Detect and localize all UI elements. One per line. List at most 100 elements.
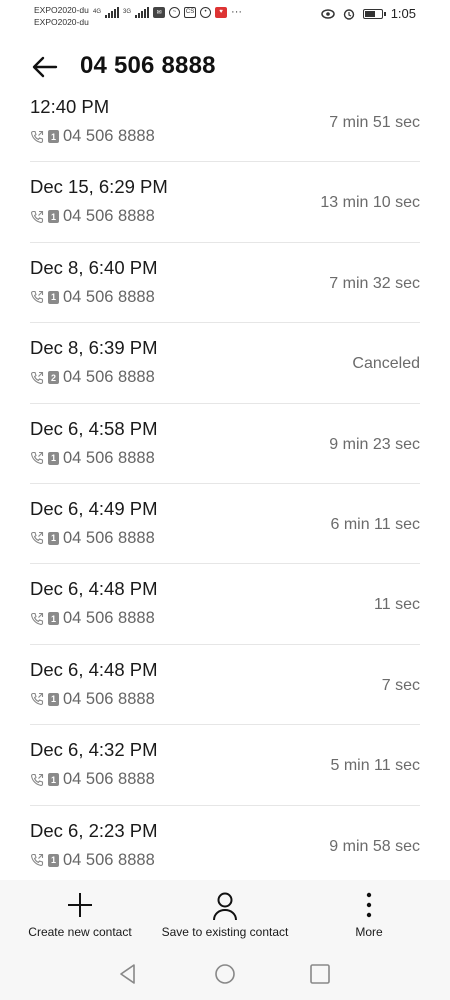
sim-badge: 1	[48, 853, 59, 867]
call-time: Dec 6, 4:48 PM	[30, 578, 158, 600]
save-to-existing-contact-button[interactable]: Save to existing contact	[150, 880, 300, 946]
call-duration: Canceled	[352, 355, 420, 373]
call-duration: 7 sec	[381, 676, 420, 694]
sim-badge: 1	[48, 451, 59, 465]
call-log-row[interactable]: Dec 6, 4:48 PM 1 04 506 8888 7 sec	[30, 645, 420, 726]
outgoing-call-icon	[31, 853, 44, 867]
more-label: More	[355, 925, 383, 939]
call-time: Dec 6, 2:23 PM	[30, 819, 158, 841]
call-subline: 1 04 506 8888	[30, 690, 155, 709]
call-number: 04 506 8888	[63, 368, 155, 387]
sim-badge: 1	[48, 130, 59, 143]
back-button[interactable]	[28, 50, 62, 84]
sim-badge: 1	[48, 612, 59, 626]
call-time: Dec 6, 4:49 PM	[30, 497, 158, 519]
call-subline: 1 04 506 8888	[30, 288, 155, 307]
call-duration: 7 min 51 sec	[329, 114, 420, 131]
call-duration: 6 min 11 sec	[330, 515, 420, 533]
page-title: 04 506 8888	[80, 52, 216, 79]
outgoing-call-icon	[31, 452, 44, 465]
outgoing-call-icon	[31, 693, 44, 706]
nav-home-button[interactable]	[213, 962, 237, 986]
outgoing-call-icon	[31, 612, 44, 625]
call-log-row[interactable]: Dec 8, 6:40 PM 1 04 506 8888 7 min 32 sec	[30, 243, 420, 324]
outgoing-call-icon	[31, 210, 44, 223]
carrier-1: EXPO2020-du	[34, 5, 89, 15]
call-time: Dec 6, 4:58 PM	[30, 417, 158, 439]
call-subline: 1 04 506 8888	[30, 207, 155, 226]
mail-icon: ✉	[153, 6, 166, 18]
eye-comfort-icon	[320, 8, 335, 19]
call-number: 04 506 8888	[63, 448, 155, 467]
status-icons: 4G 3G ✉ ~ CS • ♥ ···	[93, 6, 242, 18]
signal-1-icon	[105, 6, 120, 18]
more-vertical-icon	[366, 892, 372, 918]
call-log-row[interactable]: 12:40 PM 1 04 506 8888 7 min 51 sec	[30, 82, 420, 163]
back-arrow-icon	[32, 56, 58, 78]
outgoing-call-icon	[31, 371, 44, 384]
call-subline: 1 04 506 8888	[30, 851, 155, 870]
more-button[interactable]: More	[330, 880, 408, 946]
vpn-icon: •	[200, 6, 212, 18]
alarm-icon	[343, 8, 354, 20]
call-log-row[interactable]: Dec 6, 4:58 PM 1 04 506 8888 9 min 23 sec	[30, 404, 420, 484]
call-subline: 1 04 506 8888	[30, 609, 155, 628]
call-time: Dec 6, 4:48 PM	[30, 658, 158, 680]
carrier-labels: EXPO2020-du EXPO2020-du	[34, 4, 89, 28]
call-time: Dec 6, 4:32 PM	[30, 739, 158, 761]
more-notifications-icon: ···	[231, 6, 243, 18]
sim-badge: 1	[48, 290, 59, 304]
create-new-contact-label: Create new contact	[28, 925, 132, 939]
call-number: 04 506 8888	[63, 287, 155, 306]
nav-recents-button[interactable]	[308, 962, 332, 986]
call-subline: 1 04 506 8888	[30, 770, 155, 789]
call-number: 04 506 8888	[63, 207, 155, 226]
triangle-back-icon	[120, 964, 135, 984]
call-log-row[interactable]: Dec 6, 4:49 PM 1 04 506 8888 6 min 11 sec	[30, 484, 420, 565]
call-log-row[interactable]: Dec 6, 4:32 PM 1 04 506 8888 5 min 11 sec	[30, 725, 420, 806]
action-bar: Create new contact Save to existing cont…	[0, 880, 450, 946]
call-subline: 1 04 506 8888	[30, 127, 155, 146]
system-navigation-bar	[0, 946, 450, 1000]
network-type-1: 4G	[93, 9, 102, 15]
call-duration: 13 min 10 sec	[320, 194, 420, 212]
call-number: 04 506 8888	[63, 689, 155, 708]
call-duration: 9 min 23 sec	[329, 435, 420, 453]
status-right: 1:05	[320, 6, 416, 21]
call-details-screen: EXPO2020-du EXPO2020-du 4G 3G ✉ ~ CS • ♥…	[0, 0, 450, 1000]
call-time: Dec 8, 6:39 PM	[30, 337, 158, 359]
carrier-2: EXPO2020-du	[34, 17, 89, 27]
create-new-contact-button[interactable]: Create new contact	[10, 880, 150, 946]
outgoing-call-icon	[31, 291, 44, 304]
call-number: 04 506 8888	[63, 609, 155, 628]
call-duration: 5 min 11 sec	[330, 757, 420, 775]
square-recents-icon	[310, 964, 330, 984]
call-log-row[interactable]: Dec 6, 2:23 PM 1 04 506 8888 9 min 58 sec	[30, 806, 420, 886]
call-duration: 9 min 58 sec	[329, 837, 420, 855]
clock: 1:05	[390, 6, 416, 21]
battery-fill	[364, 10, 376, 17]
battery-icon	[362, 8, 386, 19]
messenger-icon: ~	[169, 6, 181, 18]
plus-icon	[68, 893, 92, 917]
call-number: 04 506 8888	[63, 528, 155, 547]
outgoing-call-icon	[31, 532, 44, 545]
call-time: Dec 8, 6:40 PM	[30, 256, 158, 278]
call-subline: 2 04 506 8888	[30, 368, 155, 387]
call-time: Dec 15, 6:29 PM	[30, 176, 168, 198]
person-icon	[213, 892, 237, 921]
call-number: 04 506 8888	[63, 850, 155, 869]
call-subline: 1 04 506 8888	[30, 529, 155, 548]
call-log-row[interactable]: Dec 8, 6:39 PM 2 04 506 8888 Canceled	[30, 323, 420, 404]
call-duration: 11 sec	[374, 596, 420, 614]
location-app-icon: ♥	[215, 6, 228, 18]
network-type-2: 3G	[123, 9, 132, 15]
sim-badge: 1	[48, 692, 59, 706]
nav-back-button[interactable]	[116, 962, 140, 986]
outgoing-call-icon	[31, 773, 44, 786]
call-log-row[interactable]: Dec 6, 4:48 PM 1 04 506 8888 11 sec	[30, 564, 420, 645]
sim-badge: 1	[48, 531, 59, 545]
call-number: 04 506 8888	[63, 127, 155, 145]
call-log-row[interactable]: Dec 15, 6:29 PM 1 04 506 8888 13 min 10 sec	[30, 162, 420, 243]
outgoing-call-icon	[31, 130, 44, 143]
